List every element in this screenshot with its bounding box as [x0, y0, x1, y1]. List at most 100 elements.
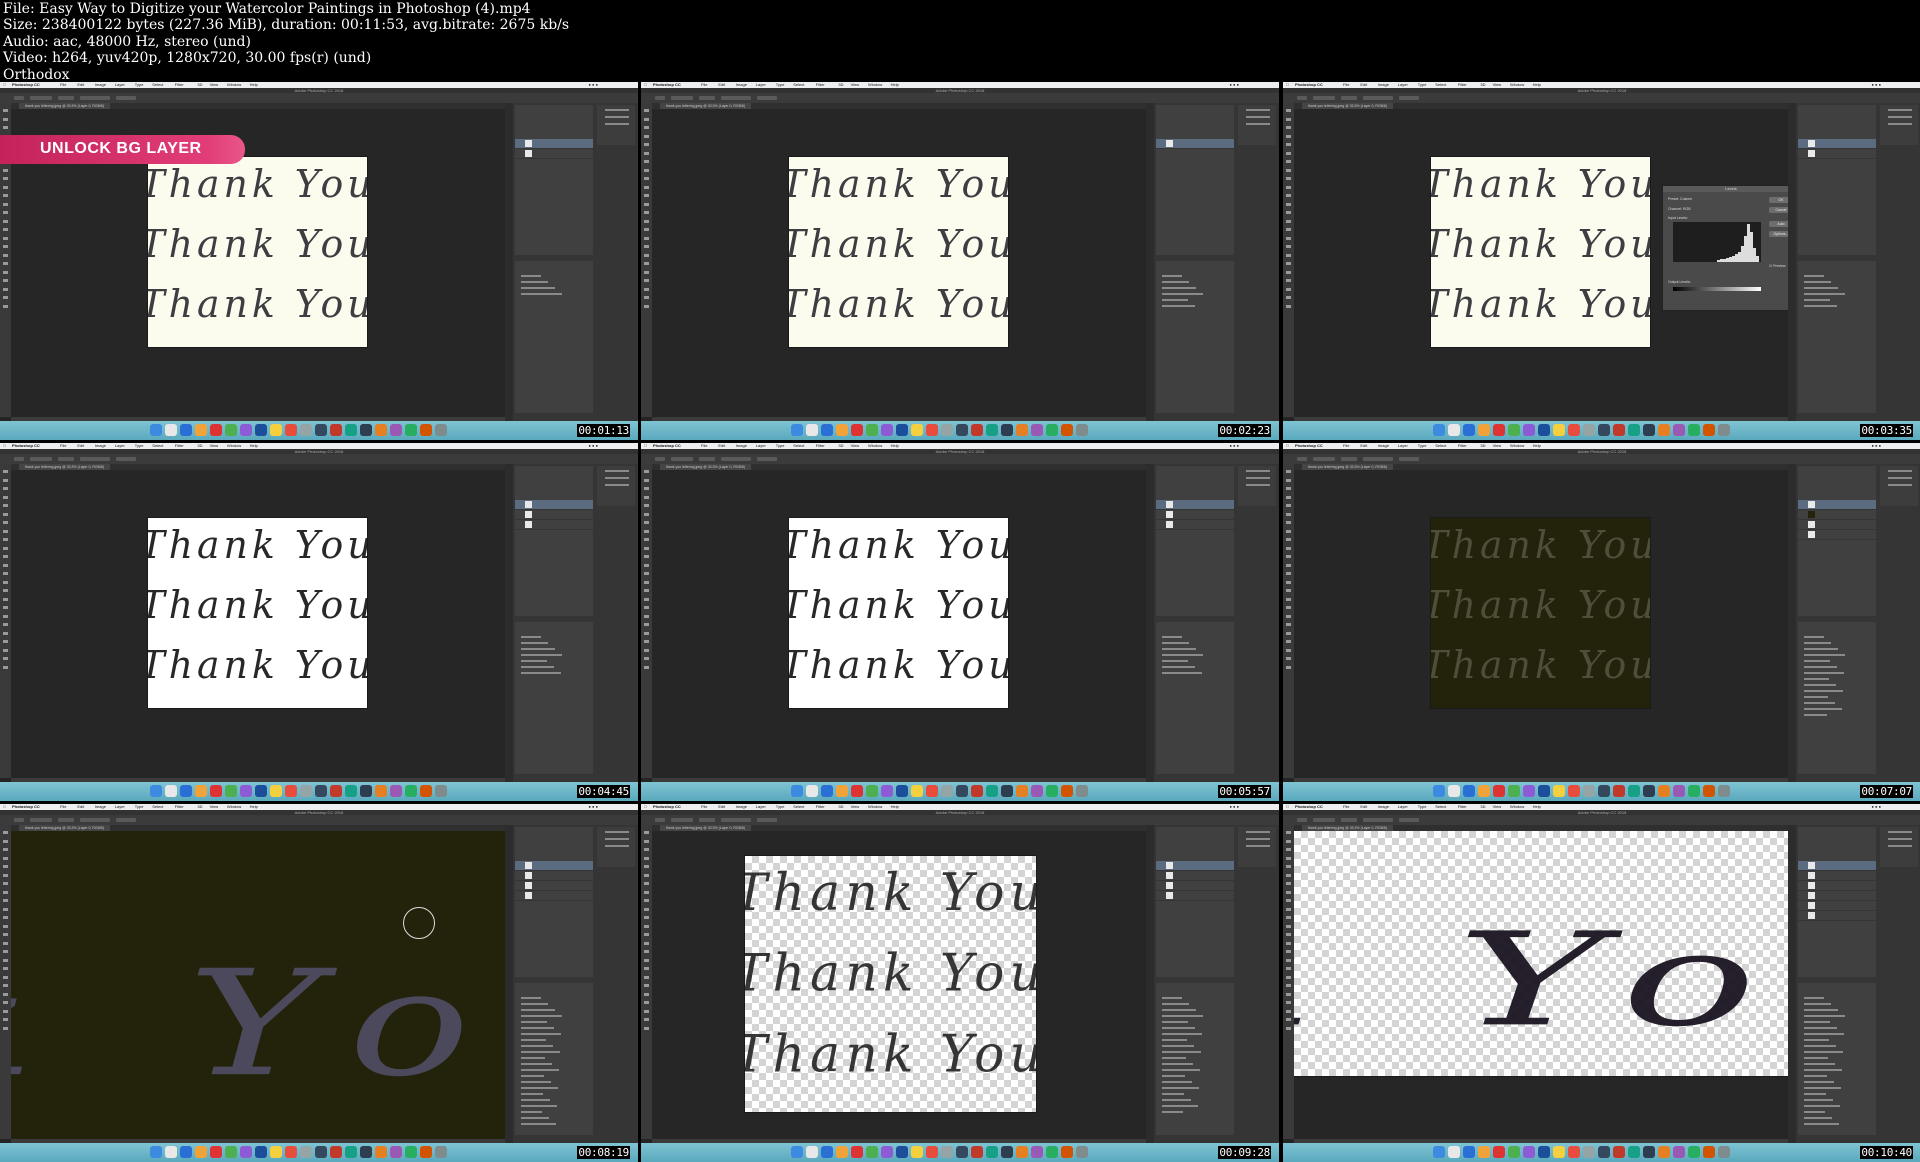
history-state[interactable] — [1804, 299, 1830, 301]
crop-icon[interactable] — [644, 202, 649, 206]
dock-app-icon[interactable] — [330, 1146, 342, 1158]
layer-row[interactable] — [1798, 871, 1876, 881]
brush-icon[interactable] — [644, 109, 649, 112]
option-dropdown[interactable] — [1313, 96, 1335, 100]
history-state[interactable] — [521, 1063, 552, 1065]
eraser-icon[interactable] — [644, 873, 649, 877]
dock-app-icon[interactable] — [1673, 424, 1685, 436]
dock-app-icon[interactable] — [1076, 424, 1088, 436]
dock-app-icon[interactable] — [956, 424, 968, 436]
dock-app-icon[interactable] — [941, 424, 953, 436]
history-state[interactable] — [1804, 287, 1838, 289]
eraser-icon[interactable] — [1286, 512, 1291, 516]
option-toggle[interactable] — [757, 818, 777, 822]
dock-app-icon[interactable] — [1703, 424, 1715, 436]
dock-app-icon[interactable] — [1031, 1146, 1043, 1158]
brush-icon[interactable] — [1286, 470, 1291, 473]
dock-app-icon[interactable] — [1703, 785, 1715, 797]
brush-icon[interactable] — [1286, 831, 1291, 834]
zoom-icon[interactable] — [3, 236, 8, 240]
history-state[interactable] — [521, 287, 555, 289]
option-dropdown[interactable] — [699, 818, 715, 822]
zoom-icon[interactable] — [644, 958, 649, 962]
option-toggle[interactable] — [757, 96, 777, 100]
type-icon[interactable] — [1286, 1018, 1291, 1021]
dock-app-icon[interactable] — [420, 1146, 432, 1158]
crop-icon[interactable] — [3, 856, 8, 860]
zoom-icon[interactable] — [1286, 890, 1291, 894]
eyedropper-icon[interactable] — [644, 1001, 649, 1004]
dock-app-icon[interactable] — [941, 785, 953, 797]
dock-app-icon[interactable] — [1433, 785, 1445, 797]
document-canvas[interactable]: Thank You Thank You Thank You — [1431, 518, 1650, 708]
styles-tab[interactable] — [1246, 123, 1270, 125]
dock-app-icon[interactable] — [1673, 1146, 1685, 1158]
zoom-icon[interactable] — [644, 168, 649, 172]
dock-app-icon[interactable] — [1433, 1146, 1445, 1158]
type-icon[interactable] — [644, 657, 649, 660]
dock-app-icon[interactable] — [390, 424, 402, 436]
brush-icon[interactable] — [3, 831, 8, 834]
option-dropdown[interactable] — [671, 818, 693, 822]
brush-icon[interactable] — [644, 470, 649, 473]
option-toggle[interactable] — [116, 457, 136, 461]
tool-preset-icon[interactable] — [655, 457, 665, 461]
dock-app-icon[interactable] — [1046, 424, 1058, 436]
history-state[interactable] — [521, 1075, 544, 1077]
crop-icon[interactable] — [1286, 924, 1291, 928]
dock-app-icon[interactable] — [1658, 785, 1670, 797]
eyedropper-icon[interactable] — [644, 865, 649, 868]
type-icon[interactable] — [644, 882, 649, 885]
option-dropdown[interactable] — [1341, 818, 1357, 822]
brush-icon[interactable] — [644, 899, 649, 902]
brush-icon[interactable] — [1286, 606, 1291, 609]
dock-app-icon[interactable] — [1553, 1146, 1565, 1158]
dock-app-icon[interactable] — [971, 1146, 983, 1158]
libraries-tab[interactable] — [1246, 470, 1270, 472]
dock-app-icon[interactable] — [1568, 1146, 1580, 1158]
dock-app-icon[interactable] — [1061, 785, 1073, 797]
lasso-icon[interactable] — [644, 262, 649, 265]
dock-app-icon[interactable] — [300, 785, 312, 797]
history-state[interactable] — [1804, 275, 1824, 277]
history-state[interactable] — [1804, 1105, 1840, 1107]
lasso-icon[interactable] — [1286, 126, 1291, 129]
history-state[interactable] — [1804, 997, 1824, 999]
history-state[interactable] — [1804, 281, 1831, 283]
zoom-icon[interactable] — [1286, 236, 1291, 240]
frame-tile-3[interactable]:  Photoshop CC FileEditImageLayerTypeSel… — [1283, 82, 1920, 440]
dock-app-icon[interactable] — [1703, 1146, 1715, 1158]
lasso-icon[interactable] — [644, 194, 649, 197]
document-canvas[interactable]: Thank You Thank You Thank You — [148, 157, 367, 347]
history-state[interactable] — [1162, 1093, 1184, 1095]
dock-app-icon[interactable] — [240, 785, 252, 797]
brush-icon[interactable] — [1286, 538, 1291, 541]
dock-app-icon[interactable] — [420, 785, 432, 797]
move-icon[interactable] — [3, 478, 8, 482]
brush-icon[interactable] — [3, 606, 8, 609]
zoom-icon[interactable] — [1286, 168, 1291, 172]
dock-app-icon[interactable] — [1688, 424, 1700, 436]
dock-app-icon[interactable] — [836, 785, 848, 797]
history-state[interactable] — [521, 997, 541, 999]
move-icon[interactable] — [644, 185, 649, 189]
dock-app-icon[interactable] — [435, 424, 447, 436]
history-state[interactable] — [1162, 281, 1189, 283]
lasso-icon[interactable] — [3, 848, 8, 851]
dock-app-icon[interactable] — [1433, 424, 1445, 436]
frame-tile-7[interactable]:  Photoshop CC FileEditImageLayerTypeSel… — [0, 804, 638, 1162]
lasso-icon[interactable] — [1286, 984, 1291, 987]
layer-row[interactable] — [515, 149, 593, 159]
history-state[interactable] — [521, 672, 561, 674]
dock-app-icon[interactable] — [255, 785, 267, 797]
eraser-icon[interactable] — [1286, 580, 1291, 584]
zoom-icon[interactable] — [3, 665, 8, 669]
dock-app-icon[interactable] — [1463, 1146, 1475, 1158]
lasso-icon[interactable] — [644, 555, 649, 558]
eyedropper-icon[interactable] — [3, 504, 8, 507]
option-dropdown[interactable] — [671, 96, 693, 100]
type-icon[interactable] — [1286, 521, 1291, 524]
document-canvas[interactable]: Thank You Thank You Thank You — [745, 856, 1036, 1112]
layer-row[interactable] — [515, 881, 593, 891]
lasso-icon[interactable] — [3, 984, 8, 987]
